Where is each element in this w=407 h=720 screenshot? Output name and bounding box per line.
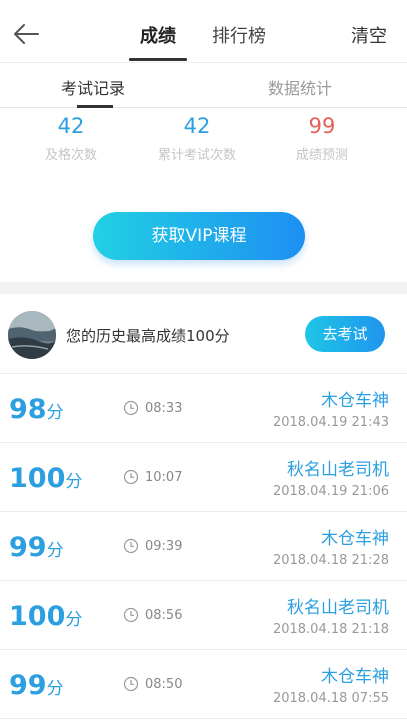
record-user-name: 木仓车神: [321, 529, 389, 549]
record-timestamp: 2018.04.19 21:06: [272, 484, 389, 499]
list-item[interactable]: 100分 10:07 秋名山老司机 2018.04.19 21:06: [0, 443, 407, 512]
record-score: 100分: [9, 463, 83, 494]
best-score-bar: 您的历史最高成绩100分 去考试: [0, 294, 407, 374]
stat-value: 42: [57, 114, 85, 138]
stat-value: 42: [183, 114, 211, 138]
record-timestamp: 2018.04.19 21:43: [272, 415, 389, 430]
list-item[interactable]: 99分 08:50 木仓车神 2018.04.18 07:55: [0, 650, 407, 719]
tab-leaderboard[interactable]: 排行榜: [212, 22, 266, 48]
exam-record-list: 98分 08:33 木仓车神 2018.04.19 21:43 100分 10:…: [0, 374, 407, 719]
clear-button[interactable]: 清空: [351, 22, 387, 48]
take-exam-button[interactable]: 去考试: [305, 316, 385, 352]
record-score: 98分: [9, 394, 64, 425]
record-user-name: 秋名山老司机: [287, 598, 389, 618]
tab-data-statistics[interactable]: 数据统计: [268, 75, 332, 99]
record-user-name: 木仓车神: [321, 391, 389, 411]
clock-icon: [123, 538, 139, 554]
stat-label: 及格次数: [44, 148, 97, 163]
stat-pass-count: 42 及格次数: [6, 114, 136, 163]
list-item[interactable]: 98分 08:33 木仓车神 2018.04.19 21:43: [0, 374, 407, 443]
record-score: 100分: [9, 601, 83, 632]
tab-exam-records[interactable]: 考试记录: [61, 75, 125, 99]
stat-label: 成绩预测: [295, 148, 348, 163]
clock-icon: [123, 469, 139, 485]
record-duration: 08:33: [145, 401, 183, 416]
get-vip-course-button[interactable]: 获取VIP课程: [93, 212, 305, 260]
back-arrow-icon[interactable]: [10, 18, 42, 50]
record-timestamp: 2018.04.18 21:28: [272, 553, 389, 568]
sub-tabs: 考试记录 数据统计: [0, 62, 407, 108]
record-duration: 09:39: [145, 539, 183, 554]
avatar[interactable]: [8, 311, 56, 359]
record-duration: 08:56: [145, 608, 183, 623]
record-duration: 08:50: [145, 677, 183, 692]
best-score-text: 您的历史最高成绩100分: [66, 327, 230, 345]
stat-score-prediction: 99 成绩预测: [257, 114, 387, 163]
record-timestamp: 2018.04.18 07:55: [272, 691, 389, 706]
list-item[interactable]: 99分 09:39 木仓车神 2018.04.18 21:28: [0, 512, 407, 581]
clock-icon: [123, 607, 139, 623]
record-user-name: 秋名山老司机: [287, 460, 389, 480]
record-user-name: 木仓车神: [321, 667, 389, 687]
record-timestamp: 2018.04.18 21:18: [272, 622, 389, 637]
top-bar: 成绩 排行榜 清空: [0, 0, 407, 62]
record-score: 99分: [9, 532, 64, 563]
record-duration: 10:07: [145, 470, 183, 485]
tab-scores[interactable]: 成绩: [140, 22, 176, 48]
stat-label: 累计考试次数: [157, 148, 236, 163]
section-divider: [0, 282, 407, 294]
list-item[interactable]: 100分 08:56 秋名山老司机 2018.04.18 21:18: [0, 581, 407, 650]
clock-icon: [123, 676, 139, 692]
record-score: 99分: [9, 670, 64, 701]
clock-icon: [123, 400, 139, 416]
stat-total-exams: 42 累计考试次数: [132, 114, 262, 163]
stat-value: 99: [308, 114, 336, 138]
tab-active-indicator: [129, 58, 187, 61]
